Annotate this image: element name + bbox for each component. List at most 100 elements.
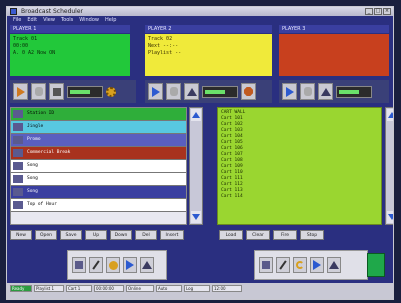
playlist-button[interactable]: New bbox=[10, 230, 32, 240]
item-icon bbox=[13, 149, 23, 157]
chevron-up-icon bbox=[192, 112, 200, 118]
cue-icon bbox=[303, 87, 312, 96]
item-icon bbox=[13, 175, 23, 183]
scroll-up-button[interactable] bbox=[191, 109, 201, 121]
play-button[interactable] bbox=[148, 83, 163, 100]
stop-button[interactable] bbox=[241, 83, 256, 100]
edit-button[interactable] bbox=[276, 257, 290, 273]
close-button[interactable]: × bbox=[383, 8, 391, 15]
play-icon bbox=[126, 260, 134, 270]
right-tool-panel bbox=[254, 250, 368, 280]
playlist-row[interactable]: Station ID bbox=[11, 108, 186, 121]
cue-button[interactable] bbox=[31, 83, 46, 100]
status-field: Online bbox=[126, 285, 154, 292]
playlist-panel: Station ID Jingle Promo Commercial Break… bbox=[10, 107, 187, 225]
scroll-down-button[interactable] bbox=[387, 211, 393, 223]
window-title: Broadcast Scheduler bbox=[21, 8, 84, 15]
playlist-row-text: Song bbox=[27, 163, 38, 168]
menu-view[interactable]: View bbox=[43, 16, 55, 24]
cart-button[interactable]: Load bbox=[219, 230, 243, 240]
play-button[interactable] bbox=[13, 83, 28, 100]
menu-bar: File Edit View Tools Window Help bbox=[7, 16, 393, 24]
status-field: Log bbox=[184, 285, 210, 292]
loop-button[interactable] bbox=[293, 257, 307, 273]
app-icon bbox=[10, 8, 17, 15]
item-icon bbox=[13, 162, 23, 170]
playlist-row-text: Song bbox=[27, 176, 38, 181]
scroll-down-button[interactable] bbox=[191, 211, 201, 223]
playlist-row[interactable]: Song bbox=[11, 160, 186, 173]
playlist-button[interactable]: Insert bbox=[160, 230, 184, 240]
loop-icon bbox=[296, 261, 304, 269]
stop-icon bbox=[52, 87, 61, 96]
menu-help[interactable]: Help bbox=[105, 16, 116, 24]
eject-icon bbox=[320, 87, 331, 96]
playlist-button[interactable]: Down bbox=[110, 230, 132, 240]
menu-tools[interactable]: Tools bbox=[61, 16, 73, 24]
record-button[interactable] bbox=[106, 257, 120, 273]
playlist-button[interactable]: Open bbox=[35, 230, 57, 240]
settings-icon[interactable] bbox=[106, 86, 116, 97]
play-icon bbox=[313, 260, 321, 270]
item-icon bbox=[13, 136, 23, 144]
disk-icon bbox=[75, 261, 83, 269]
status-field: Playlist 1 bbox=[34, 285, 64, 292]
item-icon bbox=[13, 123, 23, 131]
playlist-button[interactable]: Save bbox=[60, 230, 82, 240]
scroll-up-button[interactable] bbox=[387, 109, 393, 121]
save-button[interactable] bbox=[259, 257, 273, 273]
maximize-button[interactable]: □ bbox=[374, 8, 382, 15]
minimize-button[interactable]: _ bbox=[365, 8, 373, 15]
deck-2-line: Playlist -- bbox=[148, 50, 182, 56]
left-tool-panel bbox=[67, 250, 167, 280]
stop-button[interactable] bbox=[49, 83, 64, 100]
cart-line[interactable]: Cart 114 bbox=[221, 194, 378, 200]
deck-2-line: Next --:-- bbox=[148, 43, 179, 49]
cart-button[interactable]: Clear bbox=[246, 230, 270, 240]
cart-button[interactable]: Fire bbox=[273, 230, 297, 240]
playlist-scrollbar[interactable] bbox=[189, 107, 203, 225]
cue-button[interactable] bbox=[166, 83, 181, 100]
playlist-button[interactable]: Del bbox=[135, 230, 157, 240]
save-button[interactable] bbox=[72, 257, 86, 273]
menu-file[interactable]: File bbox=[13, 16, 21, 24]
item-icon bbox=[13, 201, 23, 209]
cart-scrollbar[interactable] bbox=[385, 107, 393, 225]
deck-1-display: Track 01 00:00 A. 0 A2 Now ON bbox=[10, 34, 130, 76]
eject-icon bbox=[142, 261, 152, 269]
eject-button[interactable] bbox=[318, 83, 333, 100]
eject-button[interactable] bbox=[184, 83, 199, 100]
play-icon bbox=[151, 86, 160, 97]
playlist-button[interactable]: Up bbox=[85, 230, 107, 240]
cue-button[interactable] bbox=[300, 83, 315, 100]
status-bar: Ready Playlist 1 Cart 1 00:00:00 Online … bbox=[7, 283, 393, 299]
play-button[interactable] bbox=[123, 257, 137, 273]
level-meter bbox=[202, 85, 238, 98]
deck-1-transport bbox=[10, 80, 136, 103]
playlist-row[interactable]: Promo bbox=[11, 134, 186, 147]
playlist-row[interactable]: Commercial Break bbox=[11, 147, 186, 160]
deck-1-line: 00:00 bbox=[13, 43, 29, 49]
eject-button[interactable] bbox=[327, 257, 341, 273]
cue-icon bbox=[169, 87, 178, 96]
playlist-row[interactable]: Song bbox=[11, 173, 186, 186]
deck-2-header: PLAYER 2 bbox=[145, 25, 272, 33]
deck-1-line: A. 0 A2 Now ON bbox=[13, 50, 56, 56]
chevron-up-icon bbox=[388, 112, 393, 118]
playlist-row[interactable]: Top of Hour bbox=[11, 199, 186, 212]
playlist-row[interactable]: Jingle bbox=[11, 121, 186, 134]
on-air-button[interactable] bbox=[367, 253, 385, 277]
playlist-row[interactable]: Song bbox=[11, 186, 186, 199]
eject-icon bbox=[329, 261, 339, 269]
pencil-icon bbox=[279, 260, 287, 270]
cart-button[interactable]: Stop bbox=[300, 230, 324, 240]
playlist-row-text: Song bbox=[27, 189, 38, 194]
edit-button[interactable] bbox=[89, 257, 103, 273]
level-meter bbox=[67, 85, 103, 98]
play-button[interactable] bbox=[310, 257, 324, 273]
eject-button[interactable] bbox=[140, 257, 154, 273]
disk-icon bbox=[262, 261, 270, 269]
play-button[interactable] bbox=[282, 83, 297, 100]
menu-edit[interactable]: Edit bbox=[27, 16, 37, 24]
menu-window[interactable]: Window bbox=[79, 16, 99, 24]
